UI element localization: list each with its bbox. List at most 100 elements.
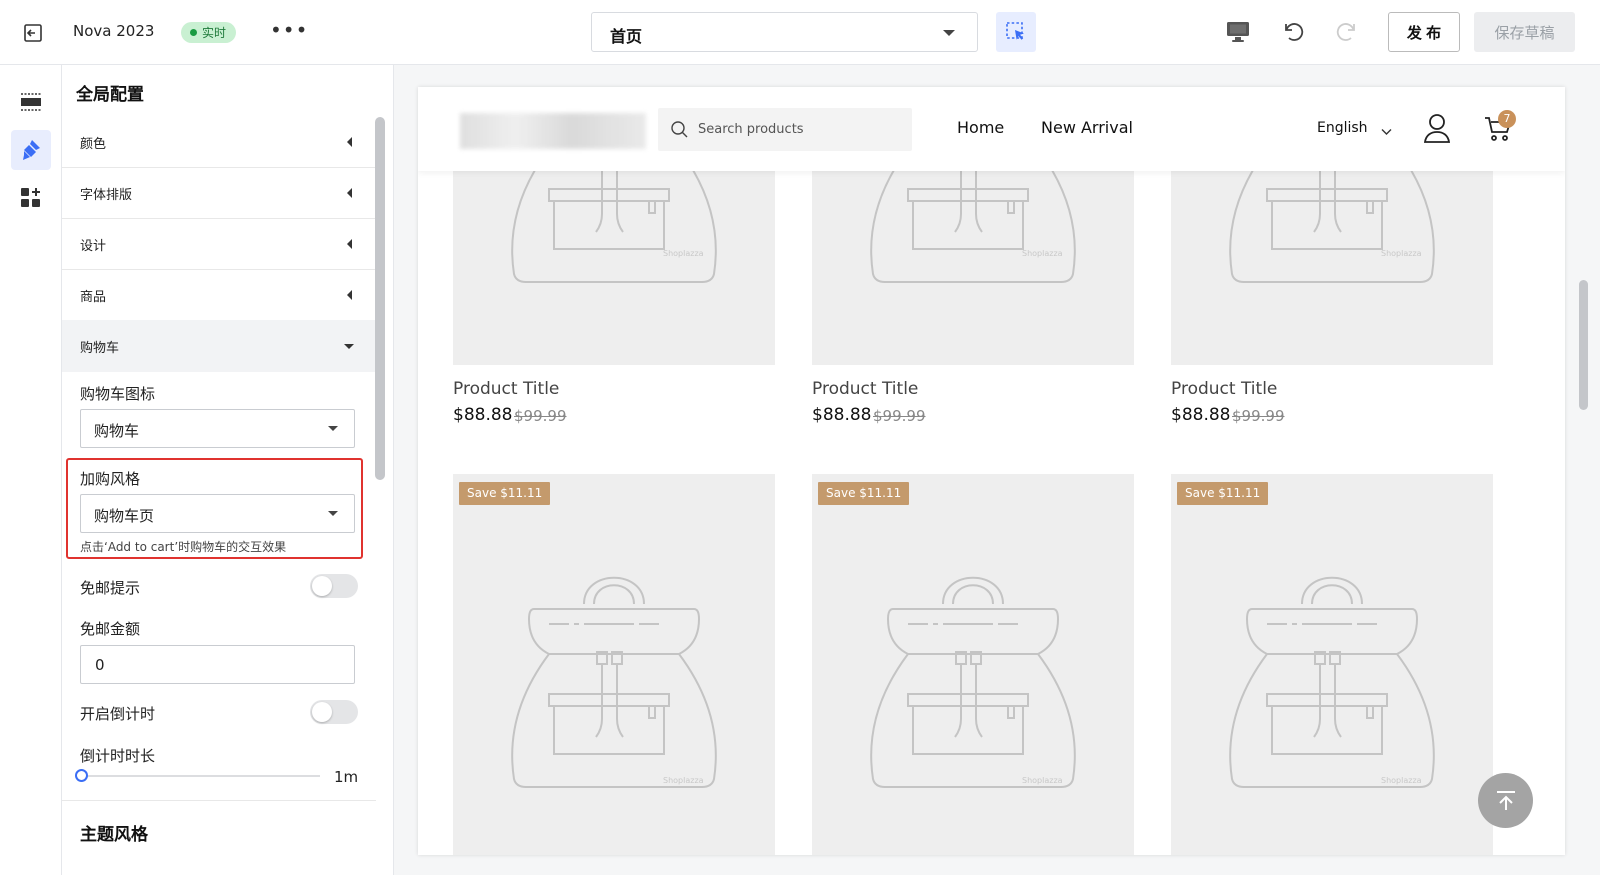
backpack-placeholder-icon: [868, 171, 1078, 293]
shop-search-input[interactable]: Search products: [658, 108, 912, 151]
section-label: 颜色: [80, 137, 107, 152]
product-image[interactable]: Shoplazza Save $11.11: [1171, 474, 1493, 855]
add-to-cart-style-label: 加购风格: [80, 470, 141, 488]
chevron-left-icon: [347, 239, 352, 249]
product-image[interactable]: Shoplazza Save $11.11: [453, 474, 775, 855]
countdown-enable-label: 开启倒计时: [80, 705, 156, 723]
toggle-knob: [312, 576, 332, 596]
store-preview: Search products Home New Arrival English…: [418, 87, 1565, 855]
theme-style-title: 主题风格: [80, 825, 148, 845]
cart-icon-select[interactable]: 购物车: [80, 409, 355, 448]
save-badge: Save $11.11: [818, 482, 910, 505]
live-label: 实时: [202, 26, 227, 40]
watermark-text: Shoplazza: [1022, 776, 1063, 785]
chevron-down-icon: [344, 344, 354, 349]
cart-icon-select-value: 购物车: [94, 422, 140, 440]
back-to-top-button[interactable]: [1478, 773, 1533, 828]
section-colors[interactable]: 颜色: [62, 116, 376, 168]
product-image[interactable]: Shoplazza: [812, 171, 1134, 365]
theme-settings-icon[interactable]: [11, 130, 51, 170]
backpack-placeholder-icon: [509, 171, 719, 293]
store-logo[interactable]: [460, 113, 646, 149]
backpack-placeholder-icon: [1227, 171, 1437, 293]
countdown-duration-slider[interactable]: [80, 775, 320, 777]
countdown-enable-toggle[interactable]: [310, 700, 358, 724]
publish-button[interactable]: 发 布: [1388, 12, 1460, 52]
backpack-placeholder-icon: [868, 564, 1078, 798]
product-title[interactable]: Product Title: [812, 379, 918, 399]
product-title[interactable]: Product Title: [1171, 379, 1277, 399]
product-price: $88.88: [812, 405, 872, 425]
free-shipping-amount-input[interactable]: [80, 645, 355, 684]
product-price: $88.88: [1171, 405, 1231, 425]
product-compare-price: $99.99: [873, 407, 926, 425]
product-image[interactable]: Shoplazza Save $11.11: [812, 474, 1134, 855]
left-rail: [0, 65, 62, 875]
product-image[interactable]: Shoplazza: [1171, 171, 1493, 365]
section-label: 字体排版: [80, 188, 133, 203]
page-selector[interactable]: 首页: [591, 12, 978, 52]
sections-icon[interactable]: [11, 82, 51, 122]
nav-link-home[interactable]: Home: [957, 118, 1004, 137]
search-placeholder: Search products: [698, 122, 804, 137]
chevron-left-icon: [347, 290, 352, 300]
watermark-text: Shoplazza: [663, 249, 704, 258]
top-bar: Nova 2023 实时 ••• 首页 发 布 保存草稿: [0, 0, 1600, 65]
section-label: 购物车: [80, 341, 120, 356]
redo-icon[interactable]: [1333, 18, 1361, 46]
section-label: 设计: [80, 239, 107, 254]
user-account-icon[interactable]: [1423, 112, 1451, 148]
preview-scrollbar[interactable]: [1579, 280, 1588, 410]
section-typography[interactable]: 字体排版: [62, 167, 376, 219]
desktop-view-icon[interactable]: [1224, 18, 1252, 46]
watermark-text: Shoplazza: [663, 776, 704, 785]
panel-title: 全局配置: [76, 85, 144, 105]
save-badge: Save $11.11: [1177, 482, 1269, 505]
free-shipping-tip-toggle[interactable]: [310, 574, 358, 598]
free-shipping-amount-label: 免邮金额: [80, 620, 141, 638]
shop-header: Search products Home New Arrival English…: [418, 87, 1565, 171]
more-options-icon[interactable]: •••: [270, 20, 307, 44]
store-name: Nova 2023: [73, 22, 155, 40]
product-price: $88.88: [453, 405, 513, 425]
section-cart[interactable]: 购物车: [62, 320, 376, 372]
element-select-tool-button[interactable]: [996, 12, 1036, 52]
product-title[interactable]: Product Title: [453, 379, 559, 399]
free-shipping-tip-label: 免邮提示: [80, 579, 141, 597]
countdown-duration-value: 1m: [334, 768, 359, 786]
section-label: 商品: [80, 290, 107, 305]
watermark-text: Shoplazza: [1022, 249, 1063, 258]
search-icon: [670, 120, 688, 142]
product-compare-price: $99.99: [1232, 407, 1285, 425]
cart-count-badge: 7: [1498, 110, 1516, 128]
chevron-down-icon: [328, 426, 338, 431]
panel-scrollbar[interactable]: [375, 117, 385, 480]
save-badge: Save $11.11: [459, 482, 551, 505]
add-to-cart-style-select[interactable]: 购物车页: [80, 494, 355, 533]
chevron-left-icon: [347, 188, 352, 198]
watermark-text: Shoplazza: [1381, 249, 1422, 258]
settings-panel: 全局配置 颜色 字体排版 设计 商品 购物车 购物车图标 购物车 加购风格 购物…: [62, 65, 394, 875]
backpack-placeholder-icon: [509, 564, 719, 798]
cart-icon-label: 购物车图标: [80, 385, 156, 403]
product-compare-price: $99.99: [514, 407, 567, 425]
exit-icon[interactable]: [20, 20, 46, 46]
add-to-cart-style-hint: 点击‘Add to cart’时购物车的交互效果: [80, 540, 287, 554]
nav-link-new-arrival[interactable]: New Arrival: [1041, 118, 1133, 137]
save-draft-button[interactable]: 保存草稿: [1474, 12, 1575, 52]
section-design[interactable]: 设计: [62, 218, 376, 270]
watermark-text: Shoplazza: [1381, 776, 1422, 785]
product-image[interactable]: Shoplazza: [453, 171, 775, 365]
chevron-down-icon: [1381, 121, 1392, 140]
language-selector[interactable]: English: [1317, 120, 1368, 136]
live-status-badge: 实时: [181, 22, 237, 43]
add-to-cart-style-value: 购物车页: [94, 507, 155, 525]
chevron-down-icon: [943, 30, 955, 36]
apps-icon[interactable]: [11, 178, 51, 218]
live-dot-icon: [190, 29, 197, 36]
divider: [62, 800, 376, 801]
undo-icon[interactable]: [1279, 18, 1307, 46]
slider-handle[interactable]: [75, 769, 88, 782]
section-products[interactable]: 商品: [62, 269, 376, 321]
page-selector-value: 首页: [610, 27, 643, 46]
